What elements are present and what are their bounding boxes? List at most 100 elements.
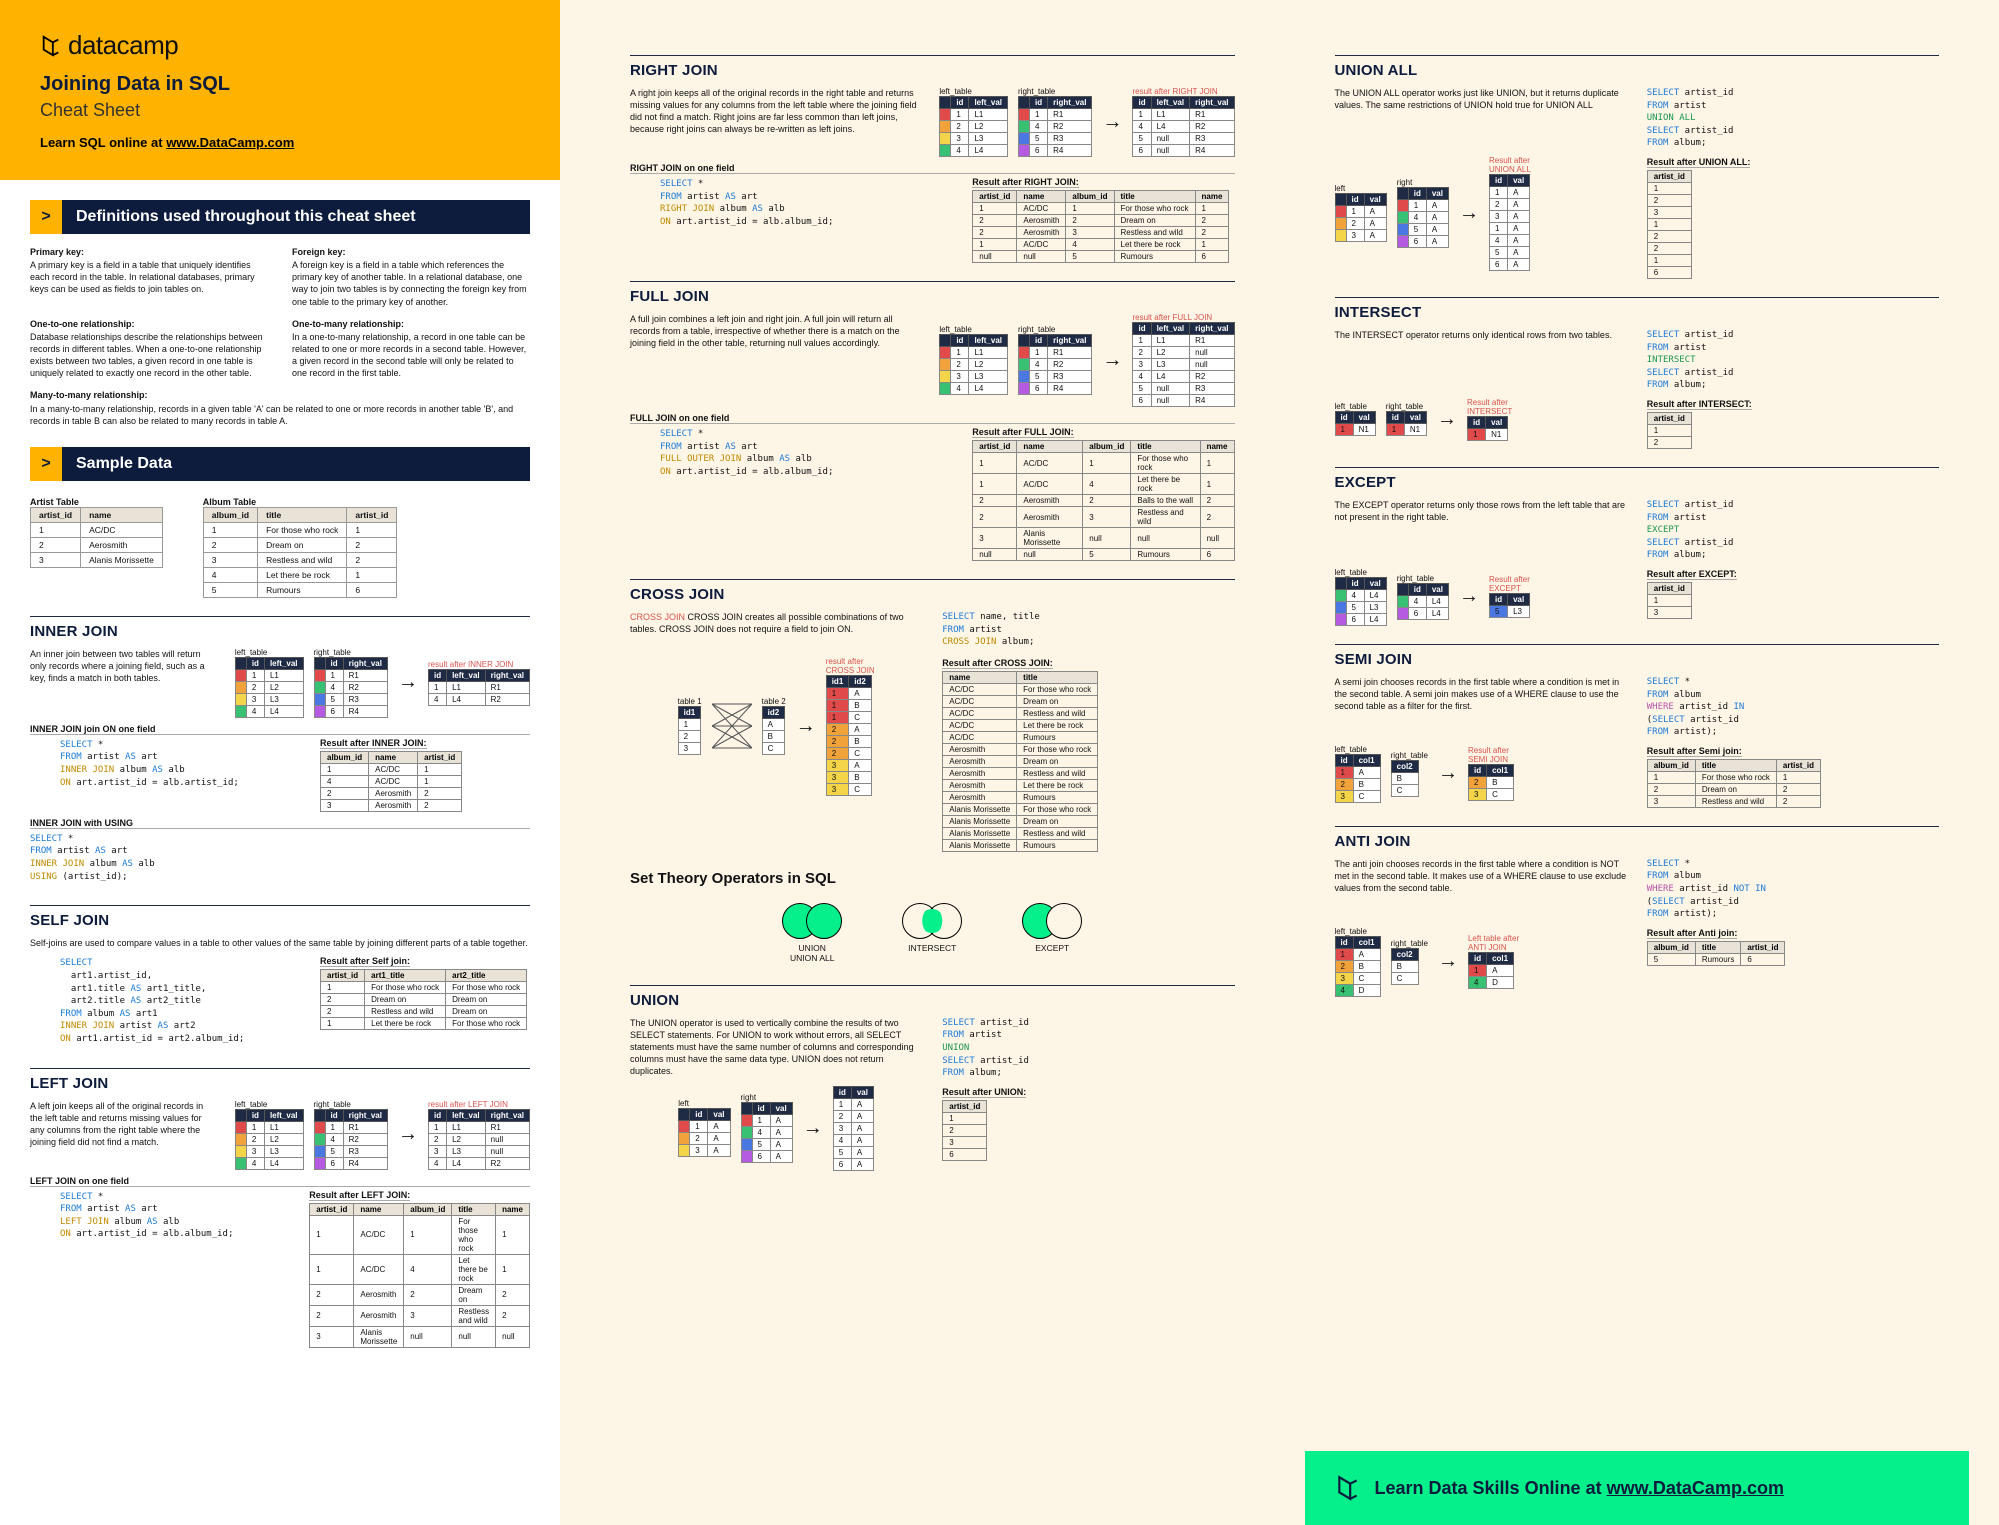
logo: datacamp: [40, 30, 520, 61]
footer-banner[interactable]: Learn Data Skills Online at www.DataCamp…: [1305, 1451, 1970, 1525]
right-sub: RIGHT JOIN on one field: [630, 163, 1235, 174]
intersect-res-label: Result after INTERSECT:: [1647, 399, 1752, 410]
anti-result-table: album_idtitleartist_id5Rumours6: [1647, 941, 1786, 966]
full-res-label: Result after FULL JOIN:: [972, 427, 1073, 438]
def-o2o-body: Database relationships describe the rela…: [30, 331, 268, 380]
artist-table: artist_idname1AC/DC2Aerosmith3Alanis Mor…: [30, 507, 163, 568]
def-o2o-term: One-to-one relationship:: [30, 318, 268, 330]
arrow-icon: →: [1438, 762, 1458, 785]
arrow-icon: →: [398, 671, 418, 694]
cross-desc: CROSS JOIN CROSS JOIN creates all possib…: [630, 611, 922, 635]
unionall-res-label: Result after UNION ALL:: [1647, 157, 1751, 168]
unionall-code: SELECT artist_id FROM artist UNION ALL S…: [1647, 87, 1939, 150]
brand-text: datacamp: [68, 30, 178, 61]
except-diagram: left_table idval 4L45L3 6L4 right_table …: [1335, 568, 1627, 626]
page-subtitle: Cheat Sheet: [40, 100, 520, 121]
intersect-h: INTERSECT: [1335, 297, 1940, 321]
setops-heading: Set Theory Operators in SQL: [630, 870, 1235, 887]
except-code: SELECT artist_id FROM artist EXCEPT SELE…: [1647, 499, 1939, 562]
full-join-h: FULL JOIN: [630, 281, 1235, 305]
def-m2m-term: Many-to-many relationship:: [30, 389, 530, 401]
venn-row: UNIONUNION ALL INTERSECT EXCEPT: [600, 903, 1265, 963]
album-caption: Album Table: [203, 497, 398, 507]
semi-h: SEMI JOIN: [1335, 644, 1940, 668]
header-block: datacamp Joining Data in SQL Cheat Sheet…: [0, 0, 560, 180]
right-desc: A right join keeps all of the original r…: [630, 87, 919, 136]
semi-desc: A semi join chooses records in the first…: [1335, 676, 1627, 712]
right-result-table: artist_idnamealbum_idtitlename1AC/DC1For…: [972, 190, 1229, 263]
arrow-icon: →: [1459, 585, 1479, 608]
artist-caption: Artist Table: [30, 497, 163, 507]
left-res-label: Result after LEFT JOIN:: [309, 1190, 410, 1201]
full-desc: A full join combines a left join and rig…: [630, 313, 919, 349]
definitions-grid: Primary key: A primary key is a field in…: [0, 246, 560, 427]
arrow-icon: →: [398, 1123, 418, 1146]
def-fk-body: A foreign key is a field in a table whic…: [292, 259, 530, 308]
def-pk-body: A primary key is a field in a table that…: [30, 259, 268, 295]
datacamp-logo-icon: [1335, 1475, 1361, 1501]
def-m2m-body: In a many-to-many relationship, records …: [30, 403, 530, 427]
except-desc: The EXCEPT operator returns only those r…: [1335, 499, 1627, 523]
anti-h: ANTI JOIN: [1335, 826, 1940, 850]
sample-bar: > Sample Data: [30, 447, 530, 481]
cross-lines-icon: [712, 696, 752, 756]
unionall-h: UNION ALL: [1335, 55, 1940, 79]
union-res-label: Result after UNION:: [942, 1087, 1026, 1098]
chevron-icon: >: [30, 447, 62, 481]
right-code: SELECT * FROM artist AS art RIGHT JOIN a…: [660, 178, 922, 228]
unionall-result-table: artist_id12312216: [1647, 170, 1692, 279]
inner-result-table: album_idnameartist_id1AC/DC14AC/DC12Aero…: [320, 751, 462, 812]
right-join-h: RIGHT JOIN: [630, 55, 1235, 79]
arrow-icon: →: [1102, 111, 1122, 134]
arrow-icon: →: [1459, 202, 1479, 225]
definitions-title: Definitions used throughout this cheat s…: [62, 200, 530, 234]
datacamp-logo-icon: [40, 35, 62, 57]
except-result-table: artist_id13: [1647, 582, 1692, 619]
intersect-desc: The INTERSECT operator returns only iden…: [1335, 329, 1627, 341]
inner-join-h: INNER JOIN: [30, 616, 530, 640]
semi-code: SELECT * FROM album WHERE artist_id IN (…: [1647, 676, 1939, 739]
unionall-desc: The UNION ALL operator works just like U…: [1335, 87, 1627, 111]
inner-desc: An inner join between two tables will re…: [30, 648, 215, 684]
anti-res-label: Result after Anti join:: [1647, 928, 1738, 939]
def-fk-term: Foreign key:: [292, 246, 530, 258]
page-title: Joining Data in SQL: [40, 73, 520, 96]
sample-title: Sample Data: [62, 447, 530, 481]
self-desc: Self-joins are used to compare values in…: [30, 937, 530, 949]
sample-data: Artist Table artist_idname1AC/DC2Aerosmi…: [0, 497, 560, 598]
anti-diagram: left_table idcol1 1A2B 3C4D right_table …: [1335, 927, 1627, 997]
def-o2m-term: One-to-many relationship:: [292, 318, 530, 330]
cross-result-table: nametitleAC/DCFor those who rockAC/DCDre…: [942, 671, 1098, 852]
full-code: SELECT * FROM artist AS art FULL OUTER J…: [660, 428, 922, 478]
learn-link[interactable]: Learn SQL online at www.DataCamp.com: [40, 135, 520, 150]
inner-code1: SELECT * FROM artist AS art INNER JOIN a…: [60, 739, 270, 789]
anti-desc: The anti join chooses records in the fir…: [1335, 858, 1627, 894]
intersect-result-table: artist_id12: [1647, 412, 1692, 449]
union-code: SELECT artist_id FROM artist UNION SELEC…: [942, 1017, 1234, 1080]
column-mid: RIGHT JOIN A right join keeps all of the…: [600, 0, 1265, 1525]
full-sub: FULL JOIN on one field: [630, 413, 1235, 424]
union-desc: The UNION operator is used to vertically…: [630, 1017, 922, 1078]
inner-res-label: Result after INNER JOIN:: [320, 738, 427, 749]
intersect-code: SELECT artist_id FROM artist INTERSECT S…: [1647, 329, 1939, 392]
left-desc: A left join keeps all of the original re…: [30, 1100, 215, 1149]
semi-diagram: left_table idcol1 1A2B3C right_table col…: [1335, 745, 1627, 803]
left-sub: LEFT JOIN on one field: [30, 1176, 530, 1187]
arrow-icon: →: [1438, 950, 1458, 973]
column-right: UNION ALL The UNION ALL operator works j…: [1305, 0, 1970, 1525]
semi-result-table: album_idtitleartist_id1For those who roc…: [1647, 759, 1821, 808]
self-code: SELECT art1.artist_id, art1.title AS art…: [60, 957, 270, 1045]
cross-code: SELECT name, title FROM artist CROSS JOI…: [942, 611, 1234, 649]
right-res-label: Result after RIGHT JOIN:: [972, 177, 1079, 188]
self-join-h: SELF JOIN: [30, 905, 530, 929]
intersect-diagram: left_table idval 1N1 right_table idval 1…: [1335, 398, 1627, 441]
album-table: album_idtitleartist_id1For those who roc…: [203, 507, 398, 598]
inner-sub2: INNER JOIN with USING: [30, 818, 530, 829]
full-diagram: left_table idleft_val 1L12L2 3L34L4 righ…: [939, 313, 1234, 407]
anti-code: SELECT * FROM album WHERE artist_id NOT …: [1647, 858, 1939, 921]
arrow-icon: →: [1437, 408, 1457, 431]
left-result-table: artist_idnamealbum_idtitlename1AC/DC1For…: [309, 1203, 530, 1348]
cross-res-label: Result after CROSS JOIN:: [942, 658, 1053, 669]
definitions-bar: > Definitions used throughout this cheat…: [30, 200, 530, 234]
cross-diagram: table 1 id1123 table 2 id2ABC → result a…: [630, 657, 922, 796]
